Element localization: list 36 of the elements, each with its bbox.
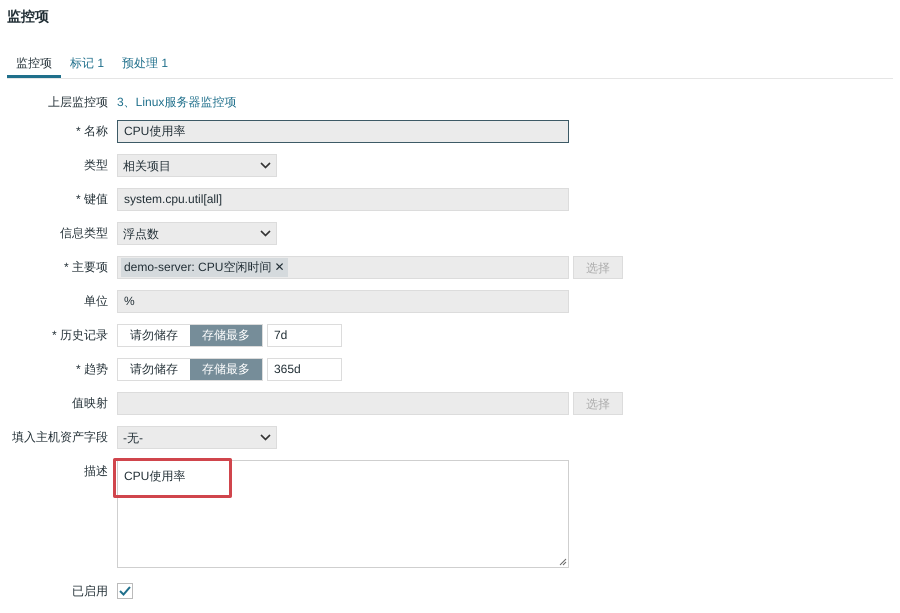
- chevron-down-icon: [260, 162, 271, 169]
- field-label: * 键值: [74, 191, 109, 208]
- field-label: 填入主机资产字段: [11, 429, 109, 446]
- segmented-control[interactable]: 请勿储存 存储最多: [117, 324, 263, 347]
- dropdown[interactable]: 相关项目: [117, 154, 277, 177]
- field-label: 已启用: [71, 583, 109, 600]
- chevron-down-icon: [260, 434, 271, 441]
- checkbox[interactable]: [117, 583, 133, 599]
- tab[interactable]: 监控项: [7, 52, 61, 78]
- field-label: 单位: [83, 293, 109, 310]
- input-field[interactable]: 7d: [267, 324, 342, 347]
- field-label: 上层监控项: [47, 94, 109, 111]
- field-label: 类型: [83, 157, 109, 174]
- input-field[interactable]: system.cpu.util[all]: [117, 188, 569, 211]
- dropdown[interactable]: 浮点数: [117, 222, 277, 245]
- tab[interactable]: 预处理 1: [113, 52, 178, 78]
- segmented-control[interactable]: 请勿储存 存储最多: [117, 358, 263, 381]
- dropdown[interactable]: -无-: [117, 426, 277, 449]
- multiselect-field[interactable]: [117, 392, 569, 415]
- field-label: 描述: [83, 463, 109, 480]
- input-field[interactable]: 365d: [267, 358, 342, 381]
- field-label: 信息类型: [59, 225, 109, 242]
- field-value: CPU使用率: [124, 468, 186, 485]
- check-icon: [119, 586, 131, 596]
- field-label: 值映射: [71, 395, 109, 412]
- field-label: * 主要项: [62, 259, 109, 276]
- field-label: * 名称: [74, 123, 109, 140]
- link[interactable]: 3、Linux服务器监控项: [117, 91, 236, 114]
- resize-grip-icon[interactable]: [559, 558, 567, 566]
- input-field[interactable]: CPU使用率: [117, 120, 569, 143]
- field-label: * 历史记录: [50, 327, 109, 344]
- input-field[interactable]: %: [117, 290, 569, 313]
- page-title: 监控项: [7, 7, 50, 26]
- tab[interactable]: 标记 1: [61, 52, 114, 78]
- chevron-down-icon: [260, 230, 271, 237]
- field-label: * 趋势: [74, 361, 109, 378]
